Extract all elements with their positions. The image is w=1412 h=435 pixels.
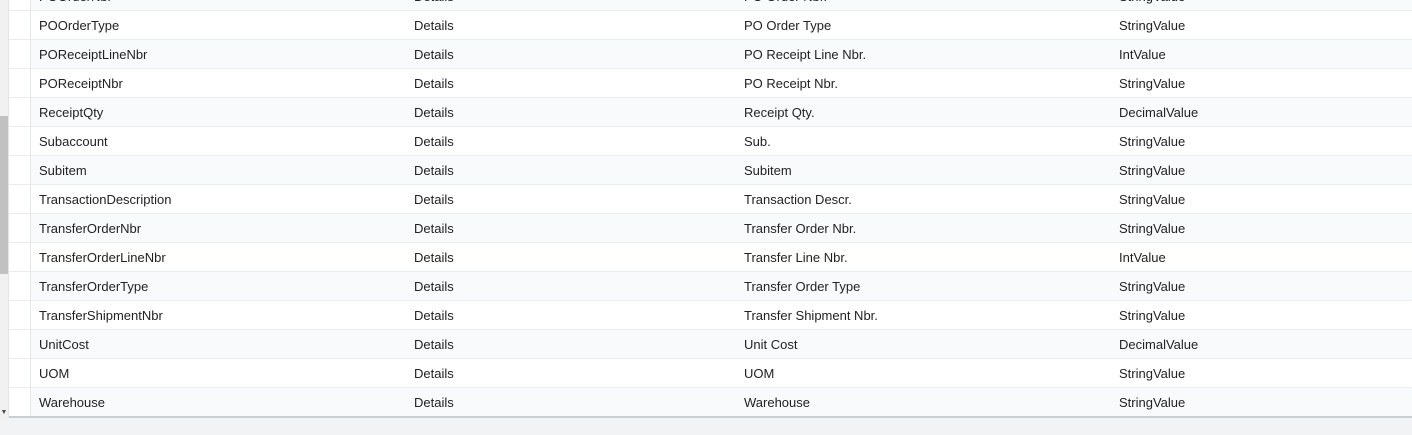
value-type-cell[interactable]: StringValue xyxy=(1119,272,1399,300)
row-selector[interactable] xyxy=(9,214,31,242)
field-name-cell[interactable]: TransferOrderType xyxy=(39,272,399,300)
table-row[interactable]: POReceiptLineNbr Details PO Receipt Line… xyxy=(9,40,1412,69)
row-selector[interactable] xyxy=(9,156,31,184)
chevron-down-icon[interactable]: ▼ xyxy=(0,408,8,418)
display-name-cell[interactable]: PO Order Type xyxy=(744,11,1104,39)
value-type-cell[interactable]: IntValue xyxy=(1119,243,1399,271)
field-name-cell[interactable]: POReceiptNbr xyxy=(39,69,399,97)
value-type-cell[interactable]: StringValue xyxy=(1119,301,1399,329)
display-name-cell[interactable]: Sub. xyxy=(744,127,1104,155)
row-selector[interactable] xyxy=(9,98,31,126)
row-selector[interactable] xyxy=(9,388,31,416)
field-name-cell[interactable]: TransferShipmentNbr xyxy=(39,301,399,329)
field-name-cell[interactable]: UnitCost xyxy=(39,330,399,358)
field-name-cell[interactable]: TransferOrderLineNbr xyxy=(39,243,399,271)
object-name-cell[interactable]: Details xyxy=(414,272,734,300)
value-type-cell[interactable]: StringValue xyxy=(1119,0,1399,10)
display-name-cell[interactable]: UOM xyxy=(744,359,1104,387)
value-type-cell[interactable]: DecimalValue xyxy=(1119,330,1399,358)
object-name-cell[interactable]: Details xyxy=(414,214,734,242)
object-name-cell[interactable]: Details xyxy=(414,98,734,126)
display-name-cell[interactable]: Subitem xyxy=(744,156,1104,184)
row-selector[interactable] xyxy=(9,301,31,329)
table-row[interactable]: TransferOrderLineNbr Details Transfer Li… xyxy=(9,243,1412,272)
table-row[interactable]: TransactionDescription Details Transacti… xyxy=(9,185,1412,214)
display-name-cell[interactable]: Receipt Qty. xyxy=(744,98,1104,126)
row-selector[interactable] xyxy=(9,330,31,358)
field-name-cell[interactable]: Warehouse xyxy=(39,388,399,416)
fields-grid: POOrderNbr Details PO Order Nbr. StringV… xyxy=(9,0,1412,417)
field-name-cell[interactable]: POReceiptLineNbr xyxy=(39,40,399,68)
display-name-cell[interactable]: Unit Cost xyxy=(744,330,1104,358)
table-row[interactable]: POOrderNbr Details PO Order Nbr. StringV… xyxy=(9,0,1412,11)
display-name-cell[interactable]: Transfer Order Type xyxy=(744,272,1104,300)
display-name-cell[interactable]: Transaction Descr. xyxy=(744,185,1104,213)
grid-footer xyxy=(0,418,1412,435)
display-name-cell[interactable]: Transfer Line Nbr. xyxy=(744,243,1104,271)
field-name-cell[interactable]: Subaccount xyxy=(39,127,399,155)
display-name-cell[interactable]: Transfer Shipment Nbr. xyxy=(744,301,1104,329)
object-name-cell[interactable]: Details xyxy=(414,359,734,387)
value-type-cell[interactable]: StringValue xyxy=(1119,388,1399,416)
table-row[interactable]: UOM Details UOM StringValue xyxy=(9,359,1412,388)
row-selector[interactable] xyxy=(9,0,31,10)
row-selector[interactable] xyxy=(9,185,31,213)
display-name-cell[interactable]: PO Order Nbr. xyxy=(744,0,1104,10)
table-row[interactable]: Warehouse Details Warehouse StringValue xyxy=(9,388,1412,417)
grid-frame: ▼ POOrderNbr Details PO Order Nbr. Strin… xyxy=(0,0,1412,435)
value-type-cell[interactable]: StringValue xyxy=(1119,69,1399,97)
row-selector[interactable] xyxy=(9,69,31,97)
field-name-cell[interactable]: TransactionDescription xyxy=(39,185,399,213)
row-selector[interactable] xyxy=(9,11,31,39)
field-name-cell[interactable]: POOrderType xyxy=(39,11,399,39)
value-type-cell[interactable]: StringValue xyxy=(1119,11,1399,39)
field-name-cell[interactable]: Subitem xyxy=(39,156,399,184)
display-name-cell[interactable]: Warehouse xyxy=(744,388,1104,416)
row-selector[interactable] xyxy=(9,359,31,387)
object-name-cell[interactable]: Details xyxy=(414,0,734,10)
table-row[interactable]: TransferShipmentNbr Details Transfer Shi… xyxy=(9,301,1412,330)
table-row[interactable]: ReceiptQty Details Receipt Qty. DecimalV… xyxy=(9,98,1412,127)
object-name-cell[interactable]: Details xyxy=(414,330,734,358)
field-name-cell[interactable]: TransferOrderNbr xyxy=(39,214,399,242)
value-type-cell[interactable]: StringValue xyxy=(1119,127,1399,155)
value-type-cell[interactable]: DecimalValue xyxy=(1119,98,1399,126)
object-name-cell[interactable]: Details xyxy=(414,11,734,39)
table-row[interactable]: Subaccount Details Sub. StringValue xyxy=(9,127,1412,156)
field-name-cell[interactable]: UOM xyxy=(39,359,399,387)
row-selector[interactable] xyxy=(9,272,31,300)
display-name-cell[interactable]: PO Receipt Nbr. xyxy=(744,69,1104,97)
object-name-cell[interactable]: Details xyxy=(414,40,734,68)
table-row[interactable]: Subitem Details Subitem StringValue xyxy=(9,156,1412,185)
field-name-cell[interactable]: POOrderNbr xyxy=(39,0,399,10)
value-type-cell[interactable]: IntValue xyxy=(1119,40,1399,68)
table-row[interactable]: TransferOrderNbr Details Transfer Order … xyxy=(9,214,1412,243)
display-name-cell[interactable]: PO Receipt Line Nbr. xyxy=(744,40,1104,68)
table-row[interactable]: POReceiptNbr Details PO Receipt Nbr. Str… xyxy=(9,69,1412,98)
table-row[interactable]: UnitCost Details Unit Cost DecimalValue xyxy=(9,330,1412,359)
scrollbar-thumb[interactable] xyxy=(0,116,8,274)
value-type-cell[interactable]: StringValue xyxy=(1119,185,1399,213)
row-selector[interactable] xyxy=(9,127,31,155)
display-name-cell[interactable]: Transfer Order Nbr. xyxy=(744,214,1104,242)
object-name-cell[interactable]: Details xyxy=(414,388,734,416)
value-type-cell[interactable]: StringValue xyxy=(1119,359,1399,387)
object-name-cell[interactable]: Details xyxy=(414,301,734,329)
field-name-cell[interactable]: ReceiptQty xyxy=(39,98,399,126)
value-type-cell[interactable]: StringValue xyxy=(1119,214,1399,242)
row-selector[interactable] xyxy=(9,40,31,68)
object-name-cell[interactable]: Details xyxy=(414,185,734,213)
value-type-cell[interactable]: StringValue xyxy=(1119,156,1399,184)
object-name-cell[interactable]: Details xyxy=(414,69,734,97)
object-name-cell[interactable]: Details xyxy=(414,156,734,184)
object-name-cell[interactable]: Details xyxy=(414,243,734,271)
row-selector[interactable] xyxy=(9,243,31,271)
object-name-cell[interactable]: Details xyxy=(414,127,734,155)
vertical-scrollbar[interactable]: ▼ xyxy=(0,0,9,418)
table-row[interactable]: TransferOrderType Details Transfer Order… xyxy=(9,272,1412,301)
table-row[interactable]: POOrderType Details PO Order Type String… xyxy=(9,11,1412,40)
